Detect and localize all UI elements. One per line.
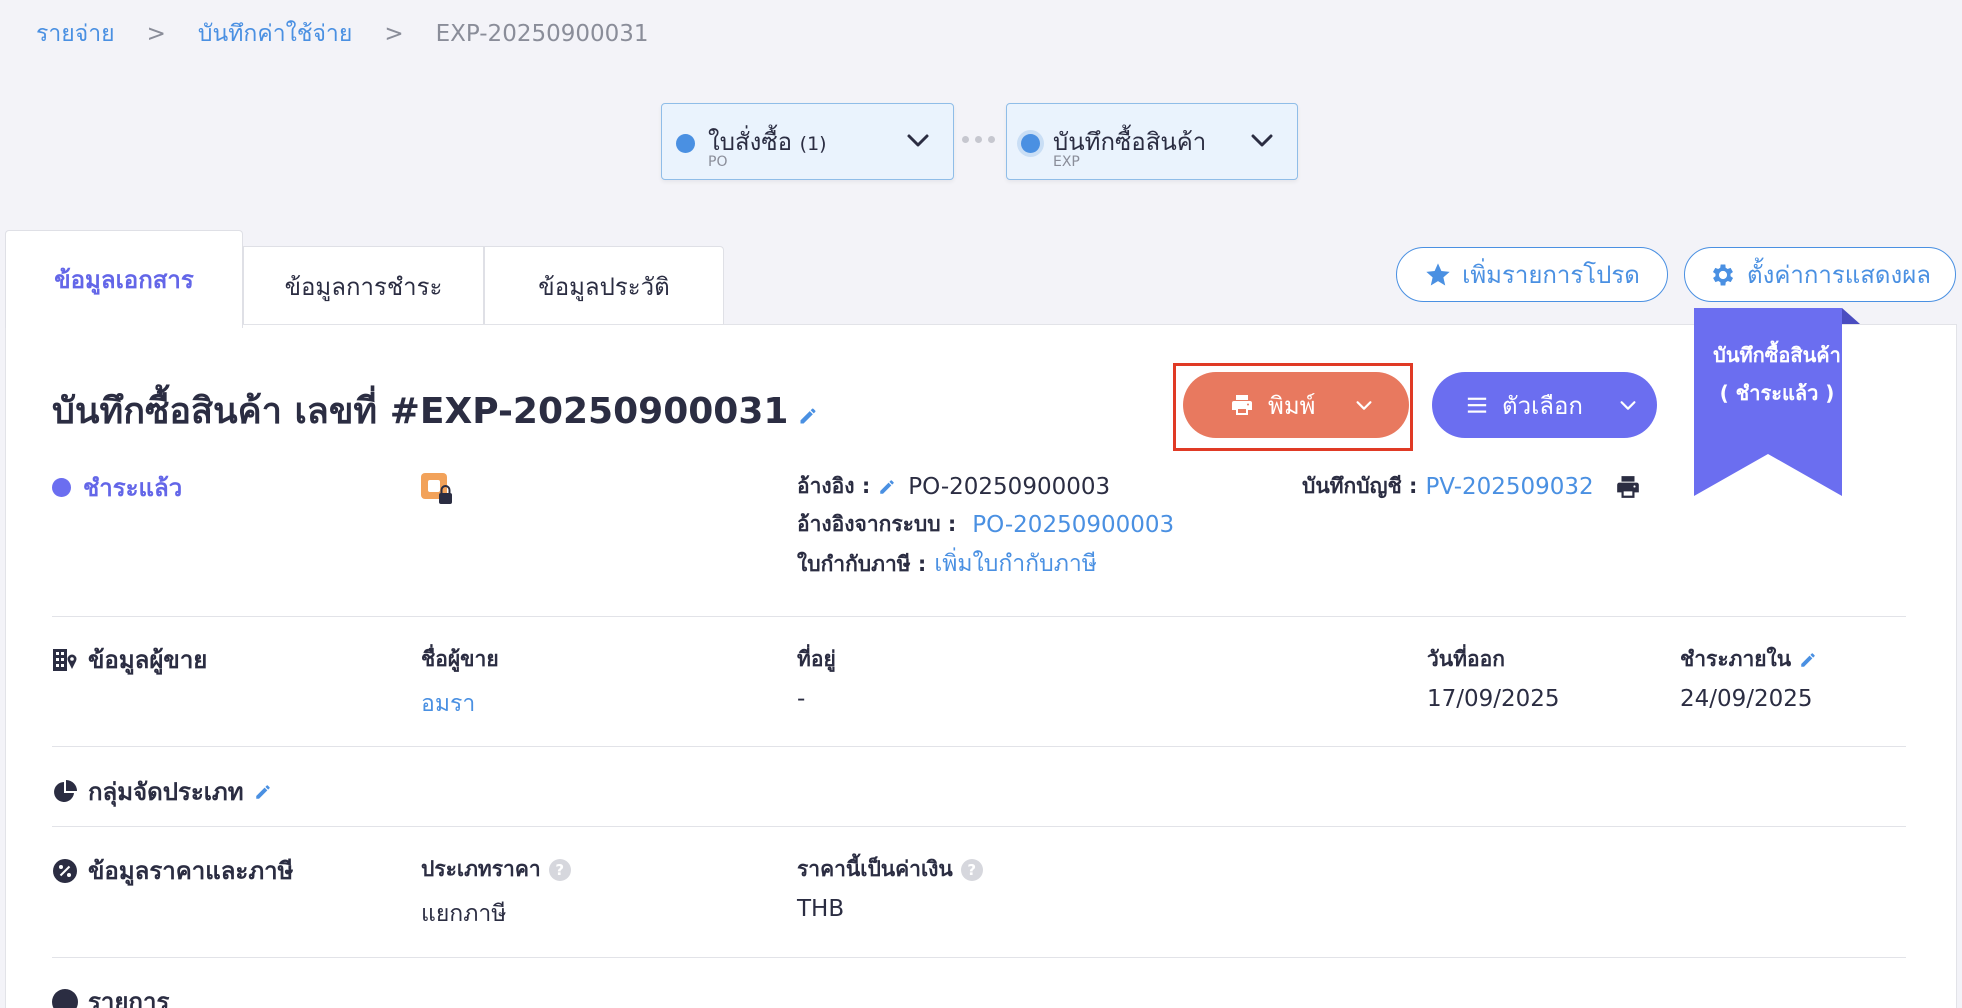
tab-document-info[interactable]: ข้อมูลเอกสาร (5, 230, 243, 328)
printer-icon (1232, 395, 1252, 415)
currency-label: ราคานี้เป็นค่าเงิน ? (797, 853, 983, 886)
list-icon (52, 988, 78, 1008)
system-reference-row: อ้างอิงจากระบบ : PO-20250900003 (797, 508, 1174, 541)
print-button[interactable]: พิมพ์ (1183, 372, 1409, 438)
account-entry-row: บันทึกบัญชี : PV-202509032 (1302, 470, 1642, 503)
issue-date-value: 17/09/2025 (1427, 686, 1560, 712)
flow-po-title: ใบสั่งซื้อ (708, 128, 793, 156)
flow-connector (962, 136, 995, 143)
reference-value: PO-20250900003 (908, 473, 1111, 500)
page-title: บันทึกซื้อสินค้า เลขที่ #EXP-20250900031 (52, 382, 818, 439)
price-type-value: แยกภาษี (421, 901, 507, 927)
add-favorite-button[interactable]: เพิ่มรายการโปรด (1396, 247, 1668, 302)
vendor-name-link[interactable]: อมรา (421, 686, 475, 722)
category-section-title: กลุ่มจัดประเภท (52, 772, 272, 811)
flow-po-sub: PO (708, 154, 728, 170)
tax-invoice-row: ใบกำกับภาษี : เพิ่มใบกำกับภาษี (797, 546, 1097, 582)
flow-exp-sub: EXP (1053, 154, 1080, 170)
status-dot (52, 478, 71, 497)
address-value: - (797, 686, 806, 712)
pie-chart-icon (54, 779, 77, 802)
chevron-down-icon (1356, 401, 1372, 410)
pencil-icon[interactable] (254, 783, 272, 801)
chevron-down-icon (1620, 401, 1636, 410)
breadcrumb-separator: > (146, 21, 166, 47)
vendor-name-label: ชื่อผู้ขาย (421, 647, 499, 671)
breadcrumb: รายจ่าย > บันทึกค่าใช้จ่าย > EXP-2025090… (36, 18, 649, 50)
building-icon (53, 648, 77, 671)
add-favorite-label: เพิ่มรายการโปรด (1462, 261, 1640, 289)
help-icon[interactable]: ? (548, 858, 571, 881)
discount-icon (53, 858, 77, 883)
document-title: บันทึกซื้อสินค้า เลขที่ #EXP-20250900031 (52, 391, 789, 432)
divider (52, 957, 1906, 958)
flow-exp-dropdown[interactable]: บันทึกซื้อสินค้า EXP (1006, 103, 1298, 180)
account-entry-label: บันทึกบัญชี : (1302, 474, 1418, 498)
pencil-icon[interactable] (798, 406, 818, 426)
breadcrumb-link-expenses[interactable]: รายจ่าย (36, 16, 115, 52)
system-reference-link[interactable]: PO-20250900003 (972, 512, 1174, 538)
due-date-label-text: ชำระภายใน (1680, 647, 1792, 671)
currency-value: THB (797, 896, 845, 922)
locked-attachment-icon[interactable] (420, 472, 454, 506)
breadcrumb-current: EXP-20250900031 (435, 21, 649, 47)
due-date-value: 24/09/2025 (1680, 686, 1813, 712)
price-type-label-text: ประเภทราคา (421, 857, 541, 881)
menu-icon (1467, 397, 1487, 413)
vendor-title: ข้อมูลผู้ขาย (88, 646, 208, 674)
vendor-section-title: ข้อมูลผู้ขาย (52, 640, 207, 679)
reference-row: อ้างอิง : PO-20250900003 (797, 470, 1110, 503)
issue-date-label: วันที่ออก (1427, 647, 1505, 671)
divider (52, 826, 1906, 827)
tab-payment-info[interactable]: ข้อมูลการชำระ (243, 246, 484, 326)
chevron-down-icon (1251, 134, 1273, 147)
pencil-icon[interactable] (878, 478, 896, 496)
flow-po-dropdown[interactable]: ใบสั่งซื้อ (1) PO (661, 103, 954, 180)
print-label: พิมพ์ (1268, 391, 1316, 420)
divider (52, 746, 1906, 747)
add-tax-invoice-link[interactable]: เพิ่มใบกำกับภาษี (934, 546, 1097, 582)
ribbon-status: ( ชำระแล้ว ) (1719, 381, 1835, 405)
account-entry-link[interactable]: PV-202509032 (1425, 474, 1593, 500)
flow-po-count: (1) (799, 133, 827, 155)
currency-label-text: ราคานี้เป็นค่าเงิน (797, 857, 953, 881)
system-reference-label: อ้างอิงจากระบบ : (797, 512, 957, 536)
tab-history-info[interactable]: ข้อมูลประวัติ (484, 246, 724, 326)
flow-status-dot (676, 134, 695, 153)
divider (52, 616, 1906, 617)
address-label: ที่อยู่ (797, 647, 836, 671)
due-date-label: ชำระภายใน (1680, 643, 1817, 676)
options-label: ตัวเลือก (1502, 391, 1583, 420)
pricing-section-title: ข้อมูลราคาและภาษี (52, 851, 293, 890)
star-icon (1426, 262, 1450, 285)
pricing-title: ข้อมูลราคาและภาษี (88, 857, 294, 885)
tax-invoice-label: ใบกำกับภาษี : (797, 551, 927, 576)
breadcrumb-link-expense-records[interactable]: บันทึกค่าใช้จ่าย (198, 16, 352, 52)
options-button[interactable]: ตัวเลือก (1432, 372, 1657, 438)
items-title: รายการ (88, 988, 170, 1008)
display-settings-label: ตั้งค่าการแสดงผล (1747, 261, 1931, 289)
status-text: ชำระแล้ว (83, 474, 183, 502)
pencil-icon[interactable] (1799, 651, 1817, 669)
help-icon[interactable]: ? (960, 858, 983, 881)
flow-status-dot (1021, 134, 1040, 153)
reference-label: อ้างอิง : (797, 474, 871, 498)
price-type-label: ประเภทราคา ? (421, 853, 571, 886)
display-settings-button[interactable]: ตั้งค่าการแสดงผล (1684, 247, 1956, 302)
items-section-title: รายการ (52, 982, 169, 1008)
printer-icon[interactable] (1614, 474, 1642, 500)
category-title: กลุ่มจัดประเภท (88, 778, 244, 806)
status-ribbon: บันทึกซื้อสินค้า ( ชำระแล้ว ) (1694, 308, 1860, 496)
breadcrumb-separator: > (384, 21, 404, 47)
ribbon-title: บันทึกซื้อสินค้า (1713, 343, 1841, 367)
status-badge: ชำระแล้ว (52, 468, 182, 507)
gear-icon (1712, 264, 1734, 285)
chevron-down-icon (907, 134, 929, 147)
